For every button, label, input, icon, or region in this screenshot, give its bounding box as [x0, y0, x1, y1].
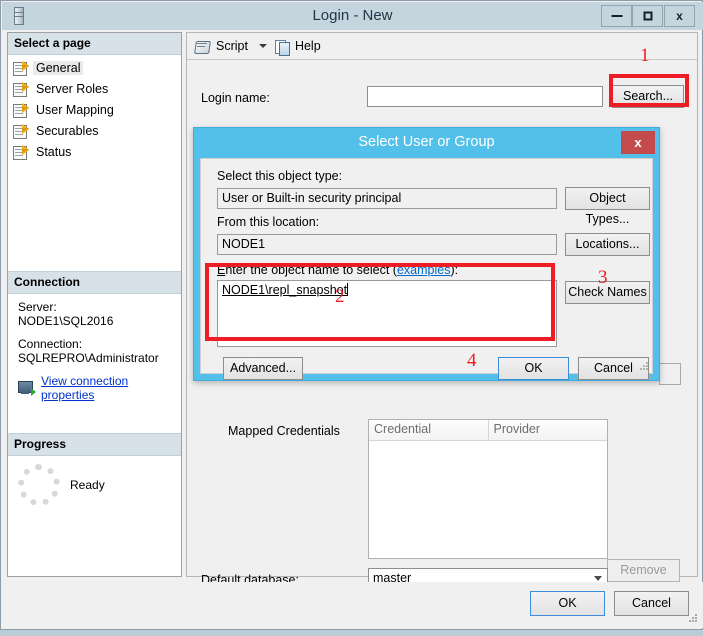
sidebar-item-status[interactable]: Status — [8, 141, 181, 162]
connection-value: SQLREPRO\Administrator — [18, 351, 159, 365]
help-button[interactable]: Help — [274, 39, 324, 56]
examples-link[interactable]: examples — [397, 263, 451, 277]
mapped-credentials-grid[interactable]: Credential Provider — [368, 419, 608, 559]
page-icon — [13, 123, 29, 139]
page-icon — [13, 144, 29, 160]
hidden-control-box — [659, 363, 681, 385]
help-label: Help — [294, 39, 321, 53]
dialog-resize-grip[interactable] — [640, 362, 649, 371]
sidebar-item-label: Status — [36, 144, 72, 159]
object-name-value: NODE1\repl_snapshot — [222, 283, 348, 297]
check-names-button[interactable]: Check Names — [565, 281, 650, 304]
object-name-textarea[interactable]: NODE1\repl_snapshot — [217, 280, 557, 347]
window-title-bar: Login - New x — [2, 2, 703, 30]
close-button[interactable]: x — [664, 5, 695, 27]
text-cursor — [347, 283, 349, 296]
minimize-button[interactable] — [601, 5, 632, 27]
location-value: NODE1 — [217, 234, 557, 255]
page-icon — [13, 81, 29, 97]
location-label: From this location: — [217, 215, 320, 229]
script-icon — [194, 39, 211, 54]
login-name-row: Login name: — [201, 91, 270, 105]
login-name-label: Login name: — [201, 91, 270, 105]
select-a-page-header: Select a page — [8, 33, 181, 55]
page-icon — [13, 60, 29, 76]
close-icon: x — [676, 9, 683, 23]
page-icon — [13, 102, 29, 118]
sidebar-item-label: User Mapping — [36, 102, 114, 117]
window-button-bar: OK Cancel — [2, 582, 703, 628]
connection-body: Server: NODE1\SQL2016 Connection: SQLREP… — [8, 294, 181, 406]
object-type-label: Select this object type: — [217, 169, 343, 183]
page-selector-pane: Select a page General Server Roles User … — [7, 32, 182, 577]
locations-button[interactable]: Locations... — [565, 233, 650, 256]
search-button[interactable]: Search... — [612, 85, 684, 108]
resize-grip[interactable] — [688, 614, 698, 624]
help-icon — [274, 39, 290, 56]
page-toolbar: Script Help — [187, 33, 697, 60]
select-user-or-group-dialog: Select User or Group x Select this objec… — [193, 127, 660, 381]
connection-header: Connection — [8, 271, 181, 294]
sidebar-item-general[interactable]: General — [8, 57, 181, 78]
window-ok-button[interactable]: OK — [530, 591, 605, 616]
dialog-ok-button[interactable]: OK — [498, 357, 569, 380]
progress-body: Ready — [8, 456, 181, 514]
object-name-label-suffix: ): — [450, 263, 459, 277]
chevron-down-icon — [594, 576, 602, 581]
maximize-button[interactable] — [632, 5, 663, 27]
connection-label: Connection: — [18, 337, 83, 351]
progress-header: Progress — [8, 433, 181, 456]
column-header-provider: Provider — [488, 420, 607, 440]
window-cancel-button[interactable]: Cancel — [614, 591, 689, 616]
progress-section: Progress Ready — [8, 433, 181, 514]
sidebar-item-securables[interactable]: Securables — [8, 120, 181, 141]
script-label: Script — [216, 39, 248, 53]
server-value: NODE1\SQL2016 — [18, 314, 114, 328]
sidebar-item-label: Securables — [36, 123, 99, 138]
mapped-credentials-label: Mapped Credentials — [228, 424, 340, 438]
sidebar-item-server-roles[interactable]: Server Roles — [8, 78, 181, 99]
dialog-title: Select User or Group — [358, 134, 495, 150]
dialog-body: Select this object type: User or Built-i… — [200, 158, 653, 380]
object-name-label: Enter the object name to select (example… — [217, 263, 458, 277]
object-type-value: User or Built-in security principal — [217, 188, 557, 209]
server-label: Server: — [18, 300, 57, 314]
advanced-button[interactable]: Advanced... — [223, 357, 303, 380]
dialog-title-bar: Select User or Group x — [194, 128, 659, 156]
script-button[interactable]: Script — [194, 39, 251, 54]
sidebar-item-label: Server Roles — [36, 81, 109, 96]
column-header-credential: Credential — [369, 420, 489, 440]
login-name-input[interactable] — [367, 86, 603, 107]
progress-spinner-icon — [18, 464, 60, 506]
object-name-label-text: nter the object name to select ( — [225, 263, 397, 277]
connection-section: Connection Server: NODE1\SQL2016 Connect… — [8, 271, 181, 406]
sidebar-item-user-mapping[interactable]: User Mapping — [8, 99, 181, 120]
progress-status: Ready — [70, 478, 105, 492]
dialog-close-button[interactable]: x — [621, 131, 655, 154]
remove-button[interactable]: Remove — [607, 559, 680, 582]
credentials-grid-header: Credential Provider — [369, 420, 607, 441]
sidebar-item-label: General — [33, 60, 84, 75]
view-connection-properties-link[interactable]: View connection properties — [41, 374, 171, 402]
object-types-button[interactable]: Object Types... — [565, 187, 650, 226]
server-connection-icon — [18, 380, 36, 396]
dialog-cancel-button[interactable]: Cancel — [578, 357, 649, 380]
page-list: General Server Roles User Mapping Secura… — [8, 55, 181, 162]
chevron-down-icon[interactable] — [258, 44, 267, 48]
window-title: Login - New — [312, 7, 393, 24]
view-connection-properties-row[interactable]: View connection properties — [18, 374, 171, 402]
